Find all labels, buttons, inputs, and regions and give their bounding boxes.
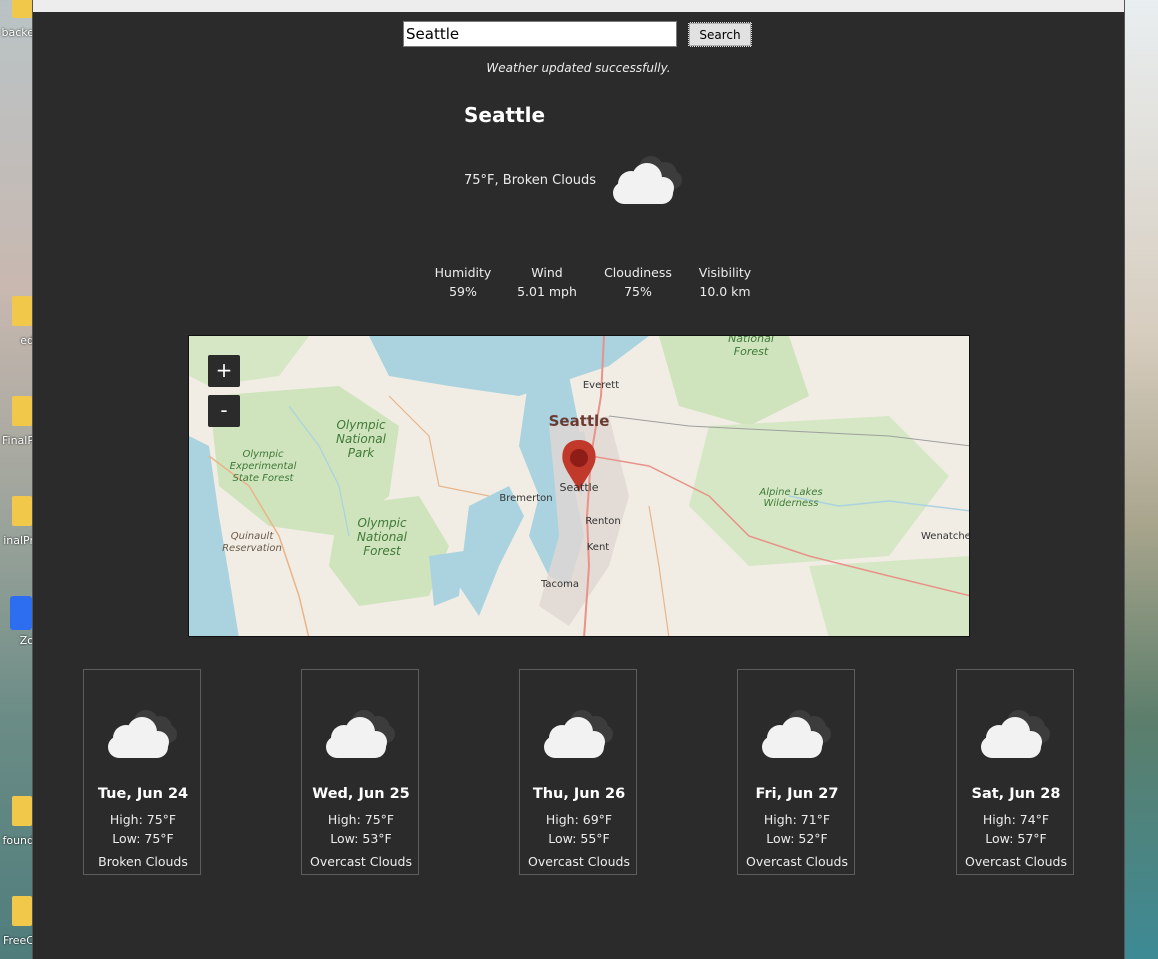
- map-label: Olympic: [357, 516, 407, 530]
- desktop-background-right: [1124, 0, 1158, 959]
- overcast-clouds-icon: [326, 710, 395, 758]
- forecast-description: Overcast Clouds: [310, 854, 412, 869]
- city-title: Seattle: [464, 103, 546, 127]
- map-label: Wilderness: [764, 498, 819, 509]
- map-label: Olympic: [336, 418, 386, 432]
- metric-value: 59%: [449, 284, 477, 299]
- desktop-icon-label: ed: [20, 334, 34, 347]
- metric-visibility: Visibility 10.0 km: [680, 263, 770, 301]
- folder-icon: [12, 396, 32, 426]
- map-marker-label: Seattle: [560, 481, 599, 494]
- weather-app-window: Search Weather updated successfully. Sea…: [32, 0, 1125, 959]
- overcast-clouds-icon: [762, 710, 831, 758]
- status-message: Weather updated successfully.: [486, 61, 671, 75]
- forecast-date: Fri, Jun 27: [755, 786, 839, 802]
- forecast-description: Broken Clouds: [98, 854, 188, 869]
- map-label: National: [357, 530, 408, 544]
- map-label: Alpine Lakes: [758, 487, 822, 498]
- forecast-card: Tue, Jun 24 High: 75°F Low: 75°F Broken …: [83, 669, 201, 875]
- overcast-clouds-icon: [544, 710, 613, 758]
- zoom-app-icon: [10, 596, 32, 630]
- desktop-icon-label: FinalP: [2, 434, 34, 447]
- desktop-icon-folder[interactable]: inalPr: [0, 496, 34, 558]
- map-label: Tacoma: [540, 579, 579, 590]
- folder-icon: [12, 0, 32, 18]
- forecast-card: Wed, Jun 25 High: 75°F Low: 53°F Overcas…: [301, 669, 419, 875]
- search-button[interactable]: Search: [688, 22, 752, 47]
- metric-value: 75%: [624, 284, 652, 299]
- map-label: Park: [348, 446, 376, 460]
- forecast-high: High: 71°F: [763, 812, 831, 827]
- desktop-icon-folder[interactable]: FreeC: [0, 896, 34, 958]
- map-zoom-out-button[interactable]: -: [208, 395, 240, 427]
- forecast-high: High: 75°F: [327, 812, 395, 827]
- map-label: National: [336, 432, 387, 446]
- current-weather-summary: 75°F, Broken Clouds: [464, 173, 597, 188]
- desktop-icon-folder[interactable]: FinalP: [0, 396, 34, 458]
- metric-label: Humidity: [434, 265, 492, 280]
- forecast-card: Sat, Jun 28 High: 74°F Low: 57°F Overcas…: [956, 669, 1074, 875]
- metric-cloudiness: Cloudiness 75%: [593, 263, 683, 301]
- desktop-icon-folder[interactable]: backe: [0, 0, 34, 50]
- desktop-icon-label: Zo: [19, 634, 34, 647]
- forecast-low: Low: 55°F: [548, 831, 610, 846]
- desktop-icon-label: found: [2, 834, 34, 847]
- forecast-high: High: 74°F: [982, 812, 1050, 827]
- map-label: Forest: [363, 544, 402, 558]
- metric-label: Wind: [531, 265, 563, 280]
- folder-icon: [12, 796, 32, 826]
- metric-value: 10.0 km: [699, 284, 751, 299]
- desktop-icon-label: backe: [1, 26, 34, 39]
- map-label: Seattle: [549, 412, 610, 430]
- map-label: Bremerton: [499, 493, 552, 504]
- window-title-bar[interactable]: [33, 0, 1124, 12]
- folder-icon: [12, 496, 32, 526]
- forecast-card: Thu, Jun 26 High: 69°F Low: 55°F Overcas…: [519, 669, 637, 875]
- map-label: Forest: [734, 345, 769, 358]
- map-label: Everett: [583, 380, 619, 391]
- metric-label: Cloudiness: [604, 265, 672, 280]
- map-label: Renton: [585, 516, 620, 527]
- forecast-card: Fri, Jun 27 High: 71°F Low: 52°F Overcas…: [737, 669, 855, 875]
- map-label: National: [728, 336, 774, 345]
- desktop-icon-label: inalPr: [3, 534, 34, 547]
- folder-icon: [12, 296, 32, 326]
- map-label: Olympic: [243, 449, 284, 460]
- map-label: Kent: [587, 542, 610, 553]
- forecast-date: Tue, Jun 24: [97, 786, 189, 802]
- forecast-high: High: 69°F: [545, 812, 613, 827]
- folder-icon: [12, 896, 32, 926]
- metric-value: 5.01 mph: [517, 284, 577, 299]
- metric-label: Visibility: [698, 265, 752, 280]
- desktop-icon-label: FreeC: [2, 934, 34, 947]
- map-view[interactable]: National Forest Everett Seattle Olympic …: [188, 335, 970, 637]
- forecast-description: Overcast Clouds: [746, 854, 848, 869]
- desktop-icon-folder[interactable]: ed: [0, 296, 34, 358]
- forecast-low: Low: 53°F: [330, 831, 392, 846]
- metric-wind: Wind 5.01 mph: [502, 263, 592, 301]
- forecast-description: Overcast Clouds: [528, 854, 630, 869]
- overcast-clouds-icon: [981, 710, 1050, 758]
- map-tiles: National Forest Everett Seattle Olympic …: [189, 336, 970, 636]
- forecast-low: Low: 52°F: [766, 831, 828, 846]
- forecast-date: Wed, Jun 25: [312, 786, 410, 802]
- forecast-high: High: 75°F: [109, 812, 177, 827]
- desktop-icon-folder[interactable]: found: [0, 796, 34, 858]
- map-label: Quinault: [231, 531, 275, 542]
- city-search-input[interactable]: [403, 21, 677, 47]
- forecast-low: Low: 75°F: [112, 831, 174, 846]
- map-label: State Forest: [233, 473, 295, 484]
- broken-clouds-icon: [108, 710, 177, 758]
- desktop-icon-zoom[interactable]: Zo: [0, 596, 34, 658]
- forecast-low: Low: 57°F: [985, 831, 1047, 846]
- broken-clouds-icon: [613, 156, 682, 204]
- map-label: Experimental: [230, 461, 297, 472]
- map-label: Reservation: [222, 543, 282, 554]
- forecast-date: Thu, Jun 26: [532, 786, 626, 802]
- map-label: Wenatchee: [921, 531, 970, 542]
- forecast-date: Sat, Jun 28: [971, 786, 1061, 802]
- forecast-description: Overcast Clouds: [965, 854, 1067, 869]
- metric-humidity: Humidity 59%: [418, 263, 508, 301]
- map-zoom-in-button[interactable]: +: [208, 355, 240, 387]
